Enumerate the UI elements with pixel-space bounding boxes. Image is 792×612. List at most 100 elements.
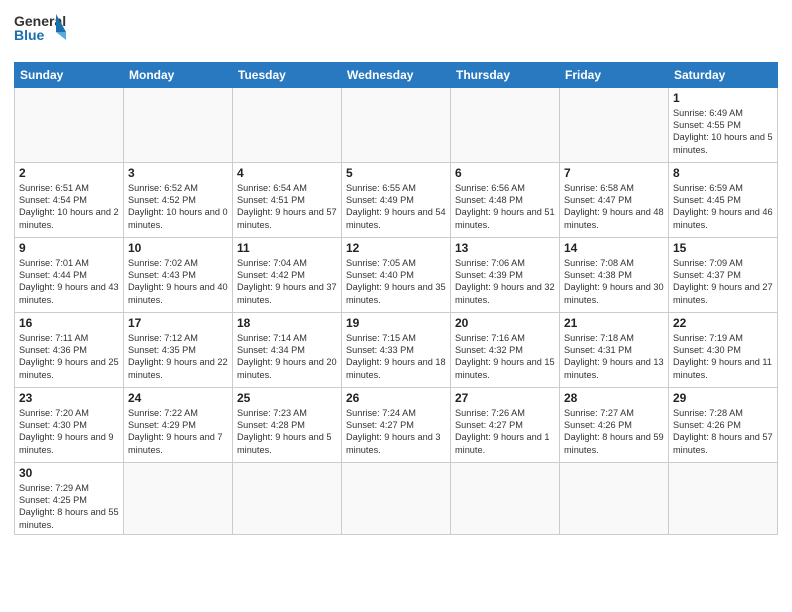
calendar-cell: 9 Sunrise: 7:01 AM Sunset: 4:44 PM Daylig…	[15, 237, 124, 312]
day-info: Sunrise: 7:18 AM Sunset: 4:31 PM Dayligh…	[564, 332, 664, 382]
weekday-header-sunday: Sunday	[15, 62, 124, 87]
day-number: 15	[673, 241, 773, 255]
calendar-cell: 6 Sunrise: 6:56 AM Sunset: 4:48 PM Daylig…	[451, 162, 560, 237]
weekday-header-monday: Monday	[124, 62, 233, 87]
day-number: 12	[346, 241, 446, 255]
day-info: Sunrise: 7:08 AM Sunset: 4:38 PM Dayligh…	[564, 257, 664, 307]
calendar-cell: 25 Sunrise: 7:23 AM Sunset: 4:28 PM Dayli…	[233, 387, 342, 462]
day-info: Sunrise: 6:51 AM Sunset: 4:54 PM Dayligh…	[19, 182, 119, 232]
calendar-cell: 19 Sunrise: 7:15 AM Sunset: 4:33 PM Dayli…	[342, 312, 451, 387]
logo: GeneralBlue	[14, 10, 69, 54]
page-header: GeneralBlue	[14, 10, 778, 54]
calendar-cell: 20 Sunrise: 7:16 AM Sunset: 4:32 PM Dayli…	[451, 312, 560, 387]
day-info: Sunrise: 7:24 AM Sunset: 4:27 PM Dayligh…	[346, 407, 446, 457]
day-number: 24	[128, 391, 228, 405]
day-number: 30	[19, 466, 119, 480]
calendar-cell	[560, 462, 669, 535]
day-number: 25	[237, 391, 337, 405]
calendar-cell	[669, 462, 778, 535]
calendar-cell: 4Sunrise: 6:54 AM Sunset: 4:51 PM Daylig…	[233, 162, 342, 237]
calendar-cell: 15 Sunrise: 7:09 AM Sunset: 4:37 PM Dayli…	[669, 237, 778, 312]
calendar-cell	[451, 87, 560, 162]
weekday-header-thursday: Thursday	[451, 62, 560, 87]
weekday-header-tuesday: Tuesday	[233, 62, 342, 87]
day-number: 11	[237, 241, 337, 255]
day-number: 22	[673, 316, 773, 330]
calendar-cell	[124, 462, 233, 535]
day-info: Sunrise: 6:56 AM Sunset: 4:48 PM Dayligh…	[455, 182, 555, 232]
day-number: 14	[564, 241, 664, 255]
day-info: Sunrise: 7:16 AM Sunset: 4:32 PM Dayligh…	[455, 332, 555, 382]
calendar-table: SundayMondayTuesdayWednesdayThursdayFrid…	[14, 62, 778, 535]
day-number: 5	[346, 166, 446, 180]
calendar-cell: 18 Sunrise: 7:14 AM Sunset: 4:34 PM Dayli…	[233, 312, 342, 387]
day-number: 21	[564, 316, 664, 330]
day-number: 9	[19, 241, 119, 255]
day-number: 8	[673, 166, 773, 180]
day-info: Sunrise: 7:14 AM Sunset: 4:34 PM Dayligh…	[237, 332, 337, 382]
day-number: 19	[346, 316, 446, 330]
calendar-cell	[233, 87, 342, 162]
calendar-cell: 8 Sunrise: 6:59 AM Sunset: 4:45 PM Daylig…	[669, 162, 778, 237]
day-info: Sunrise: 7:19 AM Sunset: 4:30 PM Dayligh…	[673, 332, 773, 382]
calendar-cell	[451, 462, 560, 535]
day-info: Sunrise: 6:58 AM Sunset: 4:47 PM Dayligh…	[564, 182, 664, 232]
day-number: 18	[237, 316, 337, 330]
calendar-cell: 21 Sunrise: 7:18 AM Sunset: 4:31 PM Dayli…	[560, 312, 669, 387]
calendar-cell: 16Sunrise: 7:11 AM Sunset: 4:36 PM Dayli…	[15, 312, 124, 387]
day-number: 10	[128, 241, 228, 255]
day-number: 27	[455, 391, 555, 405]
weekday-header-saturday: Saturday	[669, 62, 778, 87]
calendar-cell: 23 Sunrise: 7:20 AM Sunset: 4:30 PM Dayli…	[15, 387, 124, 462]
calendar-cell: 26 Sunrise: 7:24 AM Sunset: 4:27 PM Dayli…	[342, 387, 451, 462]
day-number: 13	[455, 241, 555, 255]
day-info: Sunrise: 7:09 AM Sunset: 4:37 PM Dayligh…	[673, 257, 773, 307]
calendar-cell: 22 Sunrise: 7:19 AM Sunset: 4:30 PM Dayli…	[669, 312, 778, 387]
day-info: Sunrise: 6:54 AM Sunset: 4:51 PM Dayligh…	[237, 182, 337, 232]
day-info: Sunrise: 7:27 AM Sunset: 4:26 PM Dayligh…	[564, 407, 664, 457]
day-number: 7	[564, 166, 664, 180]
svg-text:Blue: Blue	[14, 27, 45, 43]
calendar-cell: 17 Sunrise: 7:12 AM Sunset: 4:35 PM Dayli…	[124, 312, 233, 387]
calendar-cell: 10 Sunrise: 7:02 AM Sunset: 4:43 PM Dayli…	[124, 237, 233, 312]
calendar-cell: 14 Sunrise: 7:08 AM Sunset: 4:38 PM Dayli…	[560, 237, 669, 312]
calendar-cell: 1 Sunrise: 6:49 AM Sunset: 4:55 PM Daylig…	[669, 87, 778, 162]
day-info: Sunrise: 7:22 AM Sunset: 4:29 PM Dayligh…	[128, 407, 228, 457]
calendar-cell: 13 Sunrise: 7:06 AM Sunset: 4:39 PM Dayli…	[451, 237, 560, 312]
day-number: 16	[19, 316, 119, 330]
calendar-cell: 2 Sunrise: 6:51 AM Sunset: 4:54 PM Daylig…	[15, 162, 124, 237]
day-info: Sunrise: 6:49 AM Sunset: 4:55 PM Dayligh…	[673, 107, 773, 157]
day-info: Sunrise: 7:23 AM Sunset: 4:28 PM Dayligh…	[237, 407, 337, 457]
day-number: 2	[19, 166, 119, 180]
day-number: 23	[19, 391, 119, 405]
calendar-cell: 12 Sunrise: 7:05 AM Sunset: 4:40 PM Dayli…	[342, 237, 451, 312]
day-info: Sunrise: 7:20 AM Sunset: 4:30 PM Dayligh…	[19, 407, 119, 457]
day-info: Sunrise: 7:01 AM Sunset: 4:44 PM Dayligh…	[19, 257, 119, 307]
calendar-cell: 28 Sunrise: 7:27 AM Sunset: 4:26 PM Dayli…	[560, 387, 669, 462]
day-info: Sunrise: 6:55 AM Sunset: 4:49 PM Dayligh…	[346, 182, 446, 232]
calendar-cell: 3 Sunrise: 6:52 AM Sunset: 4:52 PM Daylig…	[124, 162, 233, 237]
day-number: 29	[673, 391, 773, 405]
day-number: 26	[346, 391, 446, 405]
day-number: 28	[564, 391, 664, 405]
day-info: Sunrise: 7:05 AM Sunset: 4:40 PM Dayligh…	[346, 257, 446, 307]
calendar-cell	[560, 87, 669, 162]
day-info: Sunrise: 7:12 AM Sunset: 4:35 PM Dayligh…	[128, 332, 228, 382]
day-number: 1	[673, 91, 773, 105]
day-number: 17	[128, 316, 228, 330]
day-number: 6	[455, 166, 555, 180]
day-info: Sunrise: 7:15 AM Sunset: 4:33 PM Dayligh…	[346, 332, 446, 382]
weekday-header-wednesday: Wednesday	[342, 62, 451, 87]
day-info: Sunrise: 6:59 AM Sunset: 4:45 PM Dayligh…	[673, 182, 773, 232]
calendar-cell: 27 Sunrise: 7:26 AM Sunset: 4:27 PM Dayli…	[451, 387, 560, 462]
day-info: Sunrise: 7:06 AM Sunset: 4:39 PM Dayligh…	[455, 257, 555, 307]
day-info: Sunrise: 6:52 AM Sunset: 4:52 PM Dayligh…	[128, 182, 228, 232]
day-info: Sunrise: 7:04 AM Sunset: 4:42 PM Dayligh…	[237, 257, 337, 307]
day-number: 3	[128, 166, 228, 180]
calendar-cell	[124, 87, 233, 162]
calendar-cell: 11 Sunrise: 7:04 AM Sunset: 4:42 PM Dayli…	[233, 237, 342, 312]
day-info: Sunrise: 7:02 AM Sunset: 4:43 PM Dayligh…	[128, 257, 228, 307]
day-info: Sunrise: 7:26 AM Sunset: 4:27 PM Dayligh…	[455, 407, 555, 457]
day-number: 20	[455, 316, 555, 330]
calendar-cell	[342, 462, 451, 535]
